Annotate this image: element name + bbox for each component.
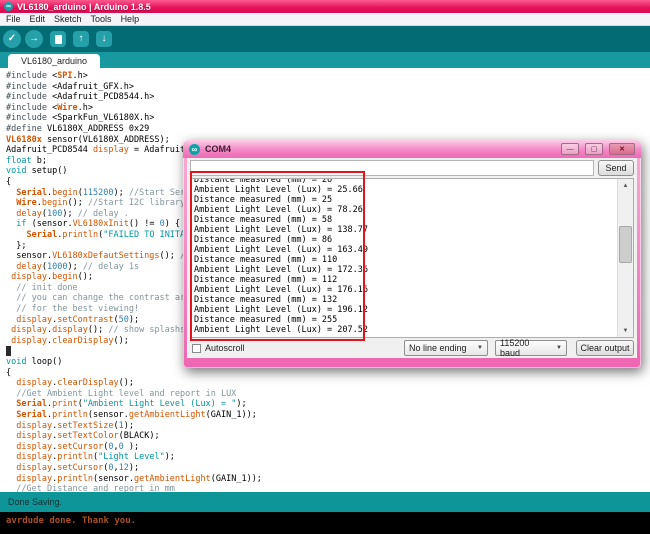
serial-scrollbar[interactable]: ▲ ▼ [617,179,633,337]
serial-line: Distance measured (mm) = 86 [194,235,633,245]
menu-edit[interactable]: Edit [30,14,46,24]
serial-line: Ambient Light Level (Lux) = 78.26 [194,205,633,215]
serial-line: Distance measured (mm) = 110 [194,255,633,265]
serial-monitor-body: Send Distance measured (mm) = 26Ambient … [187,158,637,358]
code-line: display.println("Light Level"); [6,452,650,463]
new-sketch-icon [55,35,62,44]
serial-line: Ambient Light Level (Lux) = 207.52 [194,325,633,335]
serial-output: Distance measured (mm) = 26Ambient Light… [190,178,634,338]
serial-output-text: Distance measured (mm) = 26Ambient Light… [191,178,633,335]
arduino-ide-window: ∞ VL6180_arduino | Arduino 1.8.5 File Edi… [0,0,650,534]
menu-file[interactable]: File [6,14,21,24]
save-sketch-icon: ↓ [102,34,107,44]
code-line: { [6,368,650,379]
tab-label: VL6180_arduino [21,56,87,66]
upload-button[interactable]: → [25,30,43,48]
toolbar-buttons: ✓ → ↑ ↓ [3,30,112,48]
menu-tools[interactable]: Tools [91,14,112,24]
new-sketch-button[interactable] [50,31,66,47]
toolbar: ✓ → ↑ ↓ [0,26,650,52]
open-sketch-icon: ↑ [79,34,84,44]
upload-icon: → [29,34,39,44]
code-line: #include <Adafruit_GFX.h> [6,82,650,93]
code-line: #include <SPI.h> [6,71,650,82]
serial-monitor-title: COM4 [205,144,555,154]
chevron-down-icon: ▼ [477,345,483,351]
arduino-logo-icon: ∞ [4,2,13,11]
code-line: Serial.println(sensor.getAmbientLight(GA… [6,410,650,421]
chevron-down-icon: ▼ [556,345,562,351]
code-line: Serial.print("Ambient Light Level (Lux) … [6,399,650,410]
code-line: display.setTextSize(1); [6,421,650,432]
serial-line: Ambient Light Level (Lux) = 172.36 [194,265,633,275]
serial-bottom-row: Autoscroll No line ending ▼ 115200 baud … [190,340,634,356]
save-sketch-button[interactable]: ↓ [96,31,112,47]
code-line: display.setTextColor(BLACK); [6,431,650,442]
menu-sketch[interactable]: Sketch [54,14,82,24]
status-text: Done Saving. [8,497,62,507]
serial-line: Ambient Light Level (Lux) = 25.66 [194,185,633,195]
serial-line: Distance measured (mm) = 255 [194,315,633,325]
maximize-button[interactable]: ▢ [585,143,603,155]
serial-input[interactable] [190,160,594,176]
code-line: display.clearDisplay(); [6,378,650,389]
serial-line: Ambient Light Level (Lux) = 176.16 [194,285,633,295]
code-line: display.setCursor(0,0 ); [6,442,650,453]
autoscroll-checkbox[interactable] [192,344,201,353]
baud-rate-select[interactable]: 115200 baud ▼ [495,340,567,356]
window-title: VL6180_arduino | Arduino 1.8.5 [17,2,151,12]
serial-line: Ambient Light Level (Lux) = 138.77 [194,225,633,235]
code-line: display.println(sensor.getAmbientLight(G… [6,474,650,485]
menu-help[interactable]: Help [121,14,140,24]
serial-line: Ambient Light Level (Lux) = 196.12 [194,305,633,315]
status-bar: Done Saving. [0,492,650,512]
scroll-down-icon[interactable]: ▼ [618,324,633,337]
scrollbar-thumb[interactable] [619,226,632,263]
code-line: #include <Wire.h> [6,103,650,114]
serial-line: Distance measured (mm) = 26 [194,178,633,185]
console-output: avrdude done. Thank you. [0,512,650,534]
serial-line: Distance measured (mm) = 25 [194,195,633,205]
menu-bar: File Edit Sketch Tools Help [0,13,650,26]
open-sketch-button[interactable]: ↑ [73,31,89,47]
tab-bar: VL6180_arduino [0,52,650,68]
scroll-up-icon[interactable]: ▲ [618,179,633,192]
serial-line: Distance measured (mm) = 58 [194,215,633,225]
clear-output-button[interactable]: Clear output [576,340,634,356]
serial-line: Distance measured (mm) = 112 [194,275,633,285]
code-line: //Get Distance and report in mm [6,484,650,492]
serial-line: Ambient Light Level (Lux) = 163.49 [194,245,633,255]
code-line: #define VL6180X_ADDRESS 0x29 [6,124,650,135]
serial-line: Distance measured (mm) = 132 [194,295,633,305]
verify-icon: ✓ [8,34,16,44]
console-text: avrdude done. Thank you. [6,516,136,526]
code-line: //Get Ambient Light level and report in … [6,389,650,400]
send-button[interactable]: Send [598,160,634,176]
code-line: #include <SparkFun_VL6180X.h> [6,113,650,124]
tab-vl6180-arduino[interactable]: VL6180_arduino [8,54,100,68]
title-bar: ∞ VL6180_arduino | Arduino 1.8.5 [0,0,650,13]
code-line: #include <Adafruit_PCD8544.h> [6,92,650,103]
serial-input-row: Send [190,160,634,176]
autoscroll-label: Autoscroll [205,343,245,353]
code-line: display.setCursor(0,12); [6,463,650,474]
line-ending-select[interactable]: No line ending ▼ [404,340,488,356]
arduino-logo-icon: ∞ [189,144,200,155]
verify-button[interactable]: ✓ [3,30,21,48]
serial-monitor-window: ∞ COM4 — ▢ ✕ Send Distance measured (mm)… [183,140,641,368]
close-button[interactable]: ✕ [609,143,635,155]
serial-monitor-title-bar[interactable]: ∞ COM4 — ▢ ✕ [183,140,641,158]
minimize-button[interactable]: — [561,143,579,155]
